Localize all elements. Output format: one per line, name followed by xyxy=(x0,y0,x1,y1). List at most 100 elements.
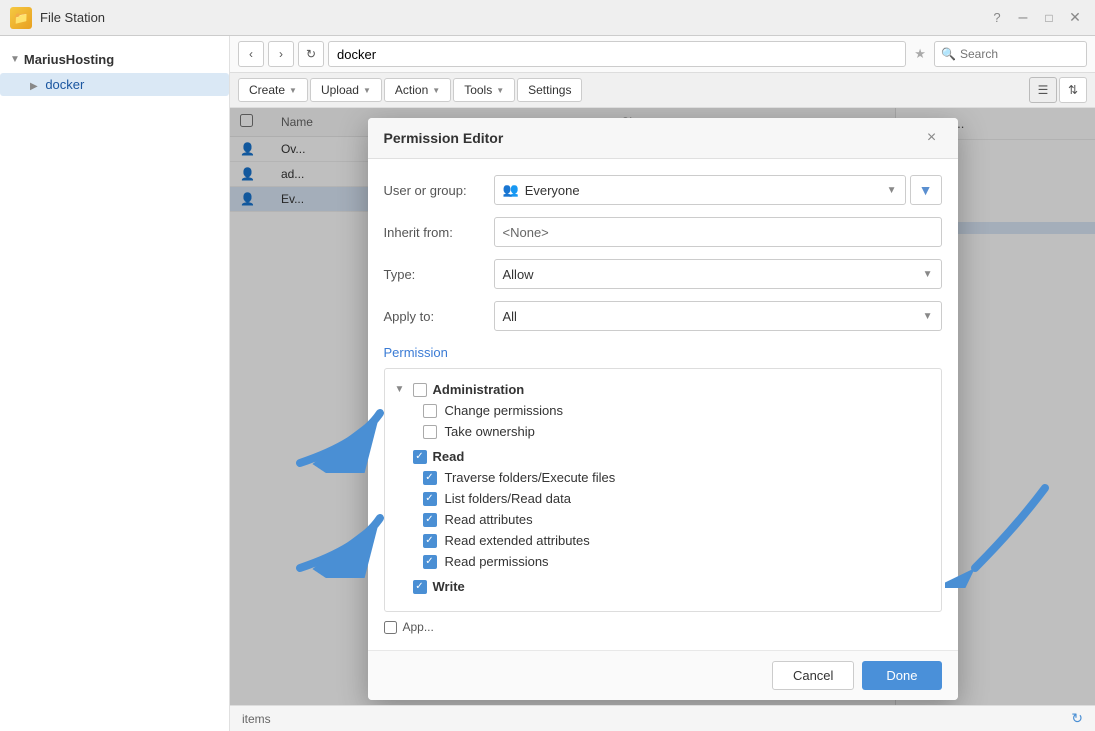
permission-tree: ▼ Administration Change permissions xyxy=(384,368,942,612)
done-button[interactable]: Done xyxy=(862,661,941,690)
search-input[interactable] xyxy=(960,47,1080,61)
inherit-label: Inherit from: xyxy=(384,225,494,240)
action-button[interactable]: Action ▼ xyxy=(384,78,451,102)
perm-item-take-ownership[interactable]: Take ownership xyxy=(423,421,931,442)
tools-button[interactable]: Tools ▼ xyxy=(453,78,515,102)
help-button[interactable]: ? xyxy=(987,9,1007,26)
perm-administration-header[interactable]: ▼ Administration xyxy=(395,379,931,400)
list-view-button[interactable]: ☰ xyxy=(1029,77,1057,103)
create-button[interactable]: Create ▼ xyxy=(238,78,308,102)
perm-item-read-extended[interactable]: Read extended attributes xyxy=(423,530,931,551)
apply-to-label: Apply to: xyxy=(384,309,494,324)
chevron-right-icon: ▶ xyxy=(30,81,38,92)
inherit-input[interactable] xyxy=(494,217,942,247)
back-button[interactable]: ‹ xyxy=(238,41,264,67)
search-icon: 🔍 xyxy=(941,47,956,61)
user-group-icon: 👥 xyxy=(503,182,519,198)
permission-editor-dialog: Permission Editor × User or group: 👥 Eve… xyxy=(368,118,958,700)
read-checkbox[interactable]: ✓ xyxy=(413,450,427,464)
sidebar-tree-root[interactable]: ▼ MariusHosting xyxy=(0,46,229,73)
type-row: Type: Allow ▼ xyxy=(384,259,942,289)
address-toolbar: ‹ › ↻ ★ 🔍 xyxy=(230,36,1095,73)
take-ownership-label: Take ownership xyxy=(445,424,535,439)
tools-label: Tools xyxy=(464,83,492,97)
write-label: Write xyxy=(433,579,465,594)
dialog-close-button[interactable]: × xyxy=(922,128,942,148)
action-toolbar: Create ▼ Upload ▼ Action ▼ Tools ▼ Setti… xyxy=(230,73,1095,108)
type-dropdown-icon: ▼ xyxy=(923,269,933,280)
user-group-select[interactable]: 👥 Everyone ▼ xyxy=(494,175,906,205)
sidebar: ▼ MariusHosting ▶ docker xyxy=(0,36,230,731)
read-extended-label: Read extended attributes xyxy=(445,533,590,548)
settings-button[interactable]: Settings xyxy=(517,78,582,102)
forward-button[interactable]: › xyxy=(268,41,294,67)
apply-checkbox-row: App... xyxy=(384,612,942,634)
filter-button[interactable]: ▼ xyxy=(910,175,942,205)
sidebar-item-docker[interactable]: ▶ docker xyxy=(0,73,229,96)
perm-write-header[interactable]: ▶ ✓ Write xyxy=(395,576,931,597)
read-permissions-checkbox[interactable] xyxy=(423,555,437,569)
app-title: File Station xyxy=(40,10,987,25)
maximize-button[interactable]: □ xyxy=(1039,9,1059,26)
read-permissions-label: Read permissions xyxy=(445,554,549,569)
user-group-value: Everyone xyxy=(525,183,887,198)
upload-button[interactable]: Upload ▼ xyxy=(310,78,382,102)
perm-item-read-attributes[interactable]: Read attributes xyxy=(423,509,931,530)
tools-dropdown-icon: ▼ xyxy=(496,86,504,95)
bottom-refresh-button[interactable]: ↻ xyxy=(1071,710,1083,727)
app-icon: 📁 xyxy=(10,7,32,29)
chevron-down-icon: ▼ xyxy=(395,384,407,395)
dialog-body: User or group: 👥 Everyone ▼ ▼ Inherit fr… xyxy=(368,159,958,650)
administration-items: Change permissions Take ownership xyxy=(395,400,931,442)
upload-label: Upload xyxy=(321,83,359,97)
apply-checkbox[interactable] xyxy=(384,621,397,634)
traverse-label: Traverse folders/Execute files xyxy=(445,470,616,485)
perm-item-read-permissions[interactable]: Read permissions xyxy=(423,551,931,572)
change-permissions-checkbox[interactable] xyxy=(423,404,437,418)
sidebar-root-label: MariusHosting xyxy=(24,52,114,67)
arrow-annotation-right-bottom xyxy=(945,468,1065,588)
traverse-checkbox[interactable] xyxy=(423,471,437,485)
type-label: Type: xyxy=(384,267,494,282)
perm-item-traverse[interactable]: Traverse folders/Execute files xyxy=(423,467,931,488)
perm-item-change-permissions[interactable]: Change permissions xyxy=(423,400,931,421)
read-label: Read xyxy=(433,449,465,464)
read-extended-checkbox[interactable] xyxy=(423,534,437,548)
sort-button[interactable]: ⇅ xyxy=(1059,77,1087,103)
cancel-button[interactable]: Cancel xyxy=(772,661,854,690)
upload-dropdown-icon: ▼ xyxy=(363,86,371,95)
perm-read-header[interactable]: ▶ ✓ Read xyxy=(395,446,931,467)
perm-item-list-folders[interactable]: List folders/Read data xyxy=(423,488,931,509)
titlebar: 📁 File Station ? – □ ✕ xyxy=(0,0,1095,36)
dropdown-arrow-icon: ▼ xyxy=(887,185,897,196)
administration-checkbox[interactable] xyxy=(413,383,427,397)
minimize-button[interactable]: – xyxy=(1013,9,1033,26)
dialog-footer: Cancel Done xyxy=(368,650,958,700)
apply-checkbox-label: App... xyxy=(403,620,434,634)
take-ownership-checkbox[interactable] xyxy=(423,425,437,439)
user-group-label: User or group: xyxy=(384,183,494,198)
bookmark-icon[interactable]: ★ xyxy=(910,41,930,67)
create-label: Create xyxy=(249,83,285,97)
read-attributes-checkbox[interactable] xyxy=(423,513,437,527)
address-input[interactable] xyxy=(328,41,906,67)
apply-to-select[interactable]: All ▼ xyxy=(494,301,942,331)
refresh-button[interactable]: ↻ xyxy=(298,41,324,67)
list-folders-checkbox[interactable] xyxy=(423,492,437,506)
create-dropdown-icon: ▼ xyxy=(289,86,297,95)
type-select[interactable]: Allow ▼ xyxy=(494,259,942,289)
bottom-bar: items ↻ xyxy=(230,705,1095,731)
perm-section-administration: ▼ Administration Change permissions xyxy=(395,379,931,442)
perm-section-read: ▶ ✓ Read Traverse folders/Exec xyxy=(395,446,931,572)
perm-section-write: ▶ ✓ Write xyxy=(395,576,931,597)
administration-label: Administration xyxy=(433,382,525,397)
sidebar-folder-label: docker xyxy=(45,77,84,92)
close-button[interactable]: ✕ xyxy=(1065,9,1085,26)
dialog-overlay: Permission Editor × User or group: 👥 Eve… xyxy=(230,108,1095,705)
write-checkbox[interactable]: ✓ xyxy=(413,580,427,594)
read-attributes-label: Read attributes xyxy=(445,512,533,527)
dialog-title: Permission Editor xyxy=(384,130,504,146)
list-folders-label: List folders/Read data xyxy=(445,491,571,506)
permission-section-label: Permission xyxy=(384,345,942,360)
type-value: Allow xyxy=(503,267,923,282)
